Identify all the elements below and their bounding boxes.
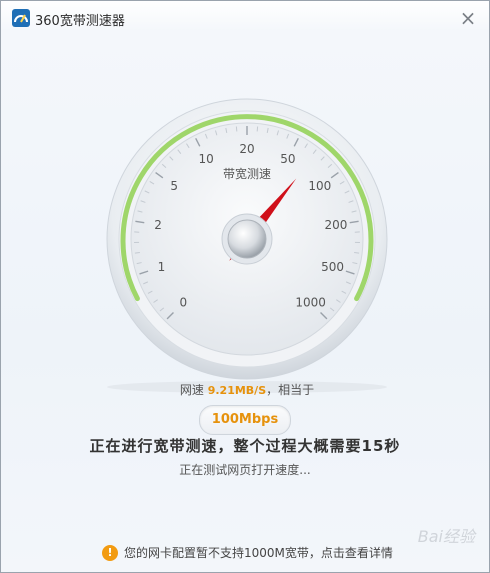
gauge-scale-label: 2 [154, 218, 162, 232]
bandwidth-equivalent: 100Mbps [199, 405, 291, 435]
gauge-scale-label: 200 [324, 218, 347, 232]
gauge-tick [134, 252, 140, 254]
watermark: Bai经验 [417, 527, 475, 546]
close-button[interactable]: × [457, 8, 479, 30]
gauge-scale-label: 0 [180, 296, 188, 310]
gauge-label: 带宽测速 [223, 166, 271, 181]
gauge-scale-label: 500 [321, 260, 344, 274]
gauge-scale-label: 10 [199, 152, 214, 166]
speed-suffix: ，相当于 [266, 383, 315, 397]
warning-link[interactable]: 您的网卡配置暂不支持1000M宽带，点击查看详情 [124, 544, 393, 561]
nic-warning[interactable]: ! 您的网卡配置暂不支持1000M宽带，点击查看详情 [102, 544, 393, 561]
gauge-scale-label: 50 [280, 152, 295, 166]
speedometer-app-icon [12, 9, 30, 27]
gauge-dial: 0 1 2 5 10 20 50 100 200 500 1000 带宽测速 [106, 98, 388, 393]
gauge-tick [354, 252, 360, 254]
gauge-hub [227, 219, 267, 259]
app-window: 360宽带测速器 × 0 1 2 5 10 20 50 100 200 500 … [0, 0, 490, 573]
gauge-scale-label: 20 [239, 142, 254, 156]
speed-gauge: 0 1 2 5 10 20 50 100 200 500 1000 带宽测速 网速 9.21MB/S… [99, 97, 395, 435]
window-title: 360宽带测速器 [35, 14, 125, 29]
gauge-scale-label: 1 [158, 260, 166, 274]
title-bar: 360宽带测速器 × [1, 1, 489, 35]
gauge-scale-label: 100 [308, 179, 331, 193]
status-message: 正在进行宽带测速，整个过程大概需要15秒 [89, 437, 401, 455]
speed-value: 9.21MB/S [207, 384, 267, 397]
gauge-scale-label: 1000 [295, 296, 326, 310]
gauge-scale-label: 5 [170, 179, 178, 193]
status-detail: 正在测试网页打开速度... [179, 463, 311, 477]
speed-readout: 网速 9.21MB/S，相当于 [99, 381, 395, 398]
speed-prefix: 网速 [179, 383, 204, 397]
warning-icon: ! [102, 544, 118, 561]
